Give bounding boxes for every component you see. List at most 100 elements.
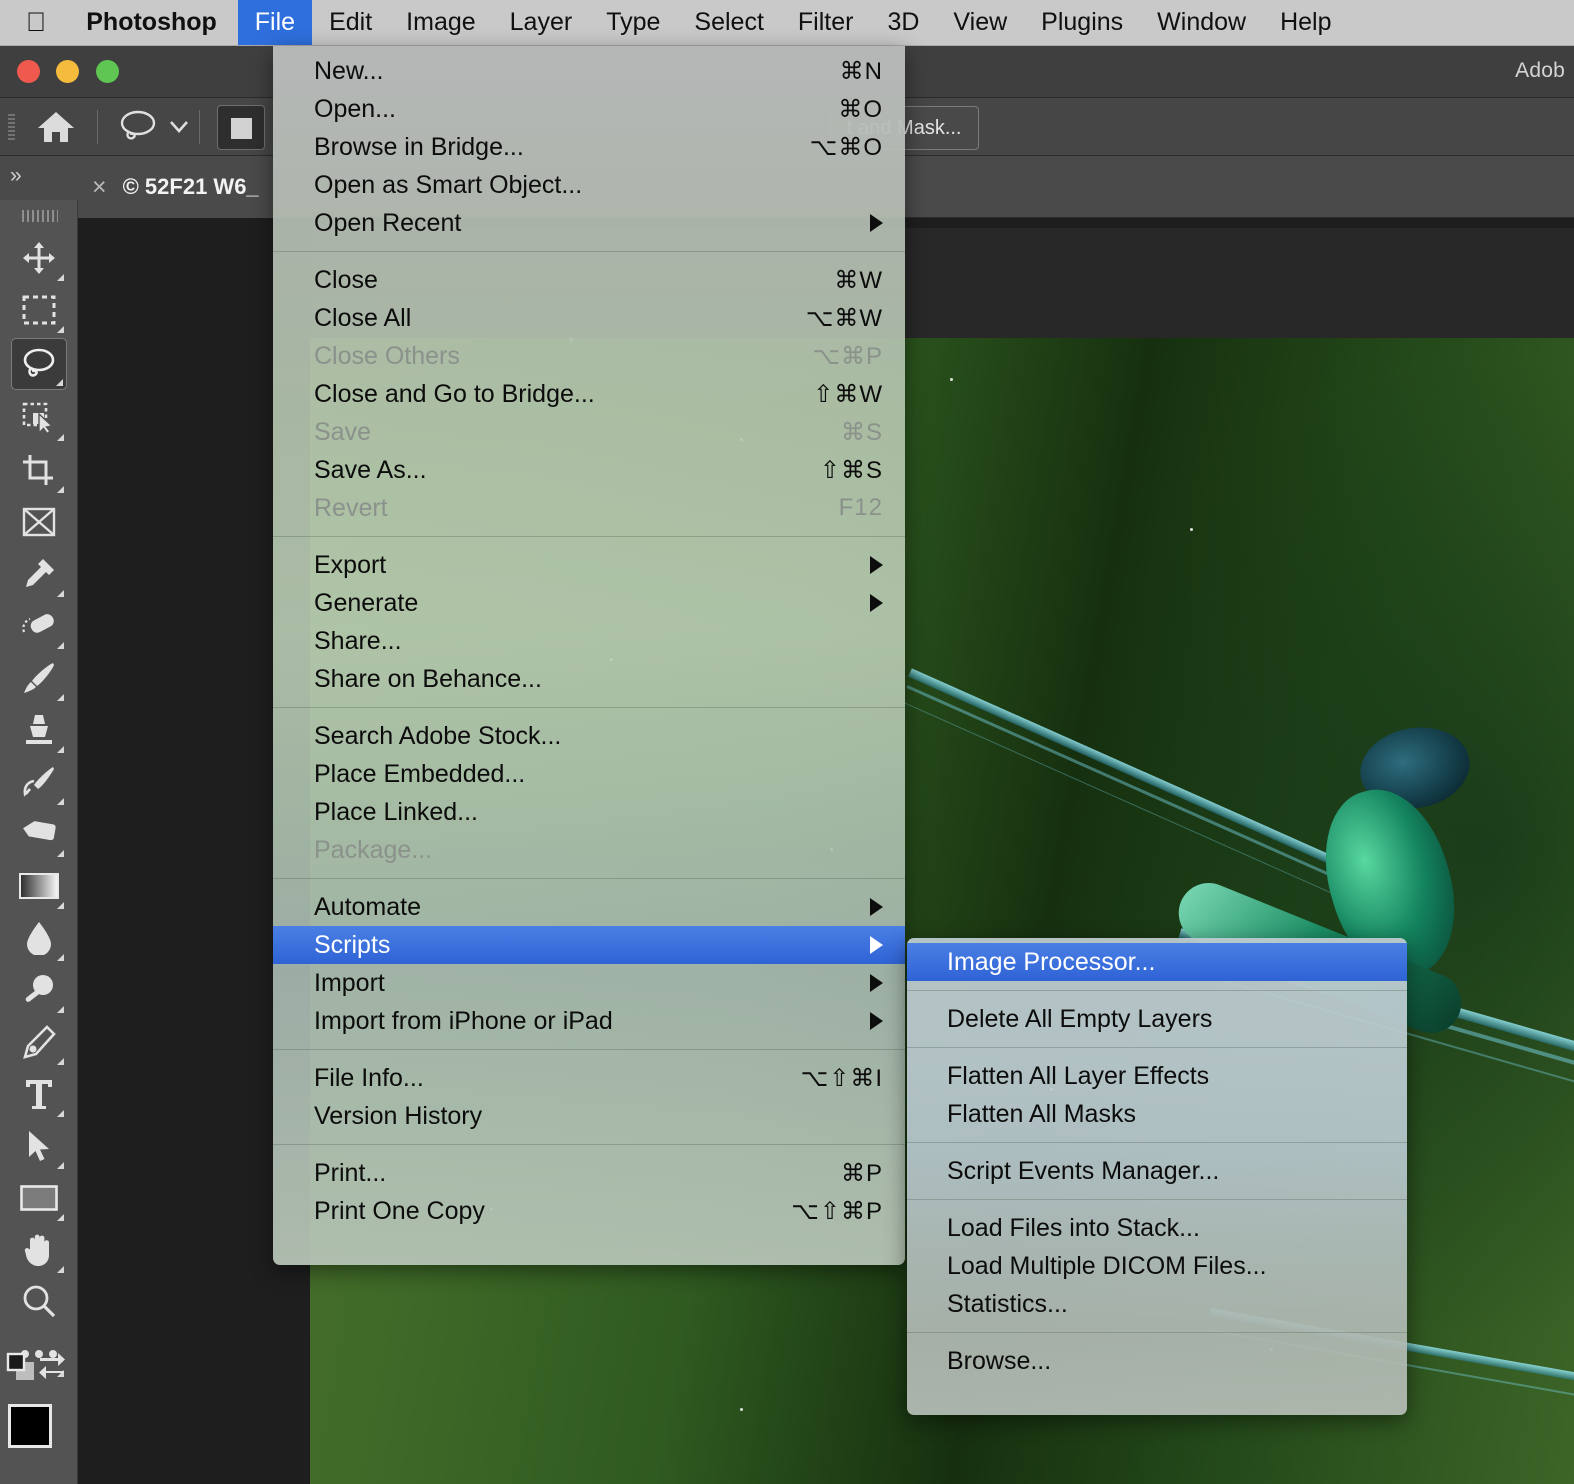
menu-item-package: Package... [273, 831, 905, 869]
foreground-color-swatch[interactable] [8, 1404, 52, 1448]
foreground-background-colors[interactable] [8, 1404, 74, 1470]
selection-mode-new-button[interactable] [217, 105, 265, 150]
menubar-item-photoshop[interactable]: Photoshop [65, 0, 238, 45]
menu-item-scripts[interactable]: Scripts [273, 926, 905, 964]
pen-tool[interactable] [11, 1016, 67, 1068]
menu-item-flatten-all-layer-effects[interactable]: Flatten All Layer Effects [907, 1057, 1407, 1095]
options-bar-grip[interactable] [8, 114, 15, 140]
menu-item-close[interactable]: Close ⌘W [273, 261, 905, 299]
eraser-tool[interactable] [11, 808, 67, 860]
close-icon[interactable]: × [92, 174, 107, 200]
menu-item-open-as-smart-object[interactable]: Open as Smart Object... [273, 166, 905, 204]
menu-item-open[interactable]: Open... ⌘O [273, 90, 905, 128]
swap-arrows-icon[interactable] [38, 1352, 66, 1385]
menu-item-statistics[interactable]: Statistics... [907, 1285, 1407, 1323]
home-icon[interactable] [36, 108, 76, 146]
clone-stamp-tool[interactable] [11, 704, 67, 756]
history-brush-tool[interactable] [11, 756, 67, 808]
menu-item-browse[interactable]: Browse... [907, 1342, 1407, 1380]
menu-item-label: Place Embedded... [314, 759, 526, 788]
menu-item-search-adobe-stock[interactable]: Search Adobe Stock... [273, 717, 905, 755]
menu-item-label: Import from iPhone or iPad [314, 1006, 613, 1035]
scripts-submenu[interactable]: Image Processor... Delete All Empty Layer… [907, 938, 1407, 1415]
file-menu-dropdown[interactable]: New... ⌘N Open... ⌘O Browse in Bridge... ⌥⌘O O… [273, 46, 905, 1265]
menu-item-version-history[interactable]: Version History [273, 1097, 905, 1135]
menu-item-shortcut: ⇧⌘S [819, 456, 883, 484]
menubar-item-layer[interactable]: Layer [493, 0, 590, 45]
menu-item-export[interactable]: Export [273, 546, 905, 584]
rectangular-marquee-tool[interactable] [11, 284, 67, 336]
zoom-tool[interactable] [11, 1276, 67, 1328]
eyedropper-tool[interactable] [11, 548, 67, 600]
menu-item-label: Version History [314, 1101, 483, 1130]
menu-item-automate[interactable]: Automate [273, 888, 905, 926]
lasso-tool[interactable] [11, 338, 67, 390]
menubar-item-help[interactable]: Help [1263, 0, 1348, 45]
menu-separator [907, 1199, 1407, 1200]
menu-item-label: Revert [314, 493, 388, 522]
menu-item-share-on-behance[interactable]: Share on Behance... [273, 660, 905, 698]
zoom-window-button[interactable] [96, 60, 119, 83]
menu-item-import[interactable]: Import [273, 964, 905, 1002]
menubar-item-edit[interactable]: Edit [312, 0, 389, 45]
menu-item-file-info[interactable]: File Info... ⌥⇧⌘I [273, 1059, 905, 1097]
type-tool[interactable] [11, 1068, 67, 1120]
lasso-icon[interactable] [115, 108, 161, 146]
frame-tool[interactable] [11, 496, 67, 548]
menu-item-close-and-go-to-bridge[interactable]: Close and Go to Bridge... ⇧⌘W [273, 375, 905, 413]
document-tab[interactable]: × © 52F21 W6_ [78, 156, 283, 218]
menu-item-shortcut: ⌘N [839, 57, 883, 85]
submenu-arrow-icon [870, 214, 883, 232]
chevron-down-icon[interactable] [168, 118, 190, 136]
gradient-tool[interactable] [11, 860, 67, 912]
healing-brush-tool[interactable] [11, 600, 67, 652]
menubar-item-select[interactable]: Select [677, 0, 780, 45]
menubar-item-image[interactable]: Image [389, 0, 492, 45]
minimize-window-button[interactable] [56, 60, 79, 83]
path-selection-tool[interactable] [11, 1120, 67, 1172]
menu-item-import-from-iphone-or-ipad[interactable]: Import from iPhone or iPad [273, 1002, 905, 1040]
crop-tool[interactable] [11, 444, 67, 496]
dodge-tool[interactable] [11, 964, 67, 1016]
toolbar-grip[interactable] [22, 210, 58, 222]
menubar-item-type[interactable]: Type [589, 0, 677, 45]
default-colors-icon[interactable] [6, 1352, 36, 1387]
menu-item-place-embedded[interactable]: Place Embedded... [273, 755, 905, 793]
menu-item-flatten-all-masks[interactable]: Flatten All Masks [907, 1095, 1407, 1133]
menu-item-load-files-into-stack[interactable]: Load Files into Stack... [907, 1209, 1407, 1247]
menu-item-print-one-copy[interactable]: Print One Copy ⌥⇧⌘P [273, 1192, 905, 1230]
menu-item-browse-in-bridge[interactable]: Browse in Bridge... ⌥⌘O [273, 128, 905, 166]
hand-tool[interactable] [11, 1224, 67, 1276]
menu-item-delete-all-empty-layers[interactable]: Delete All Empty Layers [907, 1000, 1407, 1038]
menu-item-script-events-manager[interactable]: Script Events Manager... [907, 1152, 1407, 1190]
move-tool[interactable] [11, 232, 67, 284]
menu-separator [907, 1047, 1407, 1048]
menubar-item-file[interactable]: File [237, 0, 313, 45]
menu-item-generate[interactable]: Generate [273, 584, 905, 622]
close-window-button[interactable] [17, 60, 40, 83]
menu-item-image-processor[interactable]: Image Processor... [907, 943, 1407, 981]
menubar-item-view[interactable]: View [936, 0, 1024, 45]
brush-tool[interactable] [11, 652, 67, 704]
menubar-item-3d[interactable]: 3D [870, 0, 936, 45]
menu-item-new[interactable]: New... ⌘N [273, 52, 905, 90]
menu-item-shortcut: ⌘S [840, 418, 883, 446]
object-selection-tool[interactable] [11, 392, 67, 444]
blur-tool[interactable] [11, 912, 67, 964]
menu-item-save-as[interactable]: Save As... ⇧⌘S [273, 451, 905, 489]
panel-collapse-toggle[interactable]: » [0, 156, 78, 200]
menu-item-close-all[interactable]: Close All ⌥⌘W [273, 299, 905, 337]
menu-item-place-linked[interactable]: Place Linked... [273, 793, 905, 831]
menu-separator [907, 1332, 1407, 1333]
rectangle-tool[interactable] [11, 1172, 67, 1224]
menubar-item-plugins[interactable]: Plugins [1024, 0, 1140, 45]
menu-item-print[interactable]: Print... ⌘P [273, 1154, 905, 1192]
menubar-item-window[interactable]: Window [1140, 0, 1263, 45]
menubar-item-filter[interactable]: Filter [781, 0, 871, 45]
apple-logo-icon[interactable]:  [0, 0, 65, 45]
menu-item-label: Flatten All Masks [947, 1099, 1136, 1128]
menu-item-share[interactable]: Share... [273, 622, 905, 660]
menu-item-label: Close and Go to Bridge... [314, 379, 595, 408]
menu-item-load-multiple-dicom-files[interactable]: Load Multiple DICOM Files... [907, 1247, 1407, 1285]
menu-item-open-recent[interactable]: Open Recent [273, 204, 905, 242]
